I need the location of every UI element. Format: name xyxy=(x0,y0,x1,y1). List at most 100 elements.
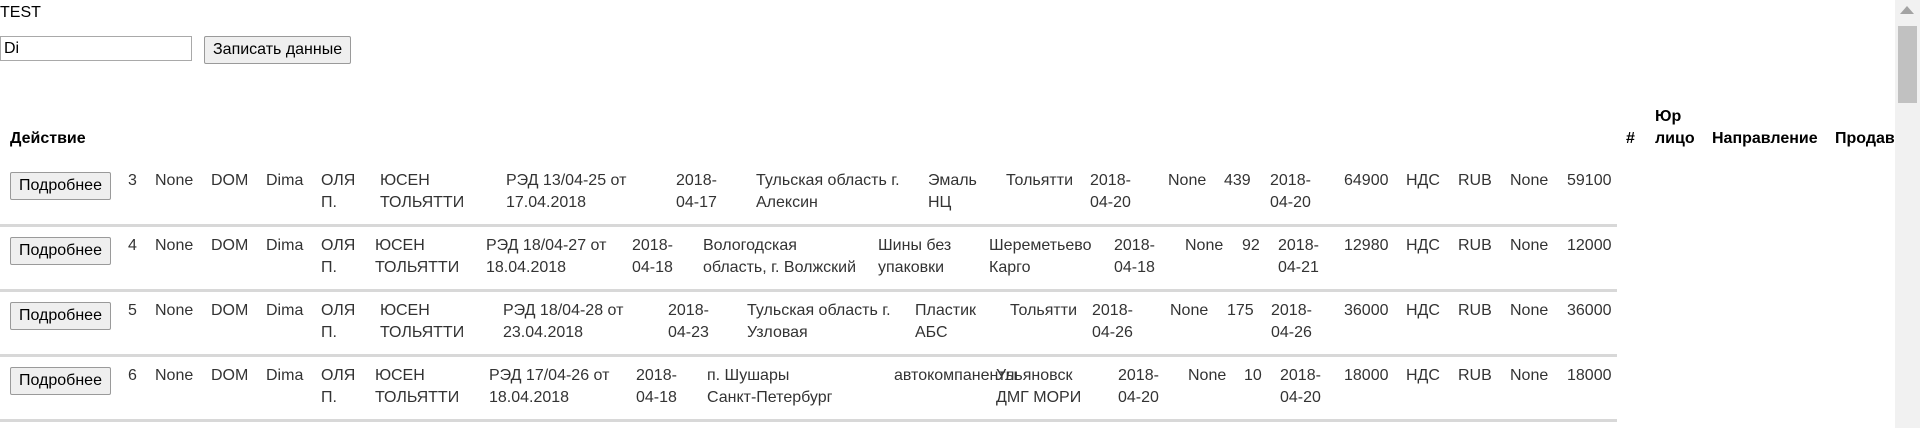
details-button[interactable]: Подробнее xyxy=(10,172,111,200)
cell-field1: None xyxy=(155,302,194,319)
cell-field1: None xyxy=(155,237,194,254)
cell-date1-line2: 04-17 xyxy=(676,194,717,211)
cell-goods-line2: НЦ xyxy=(928,194,952,211)
cell-goods: Пластик xyxy=(915,302,976,319)
cell-date1-line2: 04-23 xyxy=(668,324,709,341)
cell-id: 3 xyxy=(128,172,137,189)
header-direction: Направление xyxy=(1712,130,1818,147)
cell-manager-line2: П. xyxy=(321,389,337,406)
cell-client: ЮСЕН xyxy=(375,237,425,254)
table-row: Подробнее 5 None DOM Dima ОЛЯ П. ЮСЕН ТОЛЬЯТТИ РЭ… xyxy=(0,292,1617,357)
cell-manager-line2: П. xyxy=(321,324,337,341)
cell-vat: НДС xyxy=(1406,237,1440,254)
cell-currency: RUB xyxy=(1458,302,1492,319)
cell-client-line2: ТОЛЬЯТТИ xyxy=(375,259,460,276)
cell-id: 6 xyxy=(128,367,137,384)
cell-quantity: 10 xyxy=(1244,367,1262,384)
table-header-row: Действие # Юр лицо Направление Продавец xyxy=(0,100,1895,152)
data-input[interactable] xyxy=(0,36,192,61)
cell-field2: DOM xyxy=(211,237,249,254)
scrollbar-thumb[interactable] xyxy=(1898,26,1917,103)
cell-total: 59100 xyxy=(1567,172,1612,189)
cell-destination: Шереметьево xyxy=(989,237,1092,254)
cell-field-none: None xyxy=(1188,367,1227,384)
cell-client-line2: ТОЛЬЯТТИ xyxy=(380,194,465,211)
cell-currency: RUB xyxy=(1458,172,1492,189)
cell-field-none2: None xyxy=(1510,172,1549,189)
cell-date3: 2018- xyxy=(1278,237,1319,254)
cell-date3-line2: 04-20 xyxy=(1280,389,1321,406)
header-number: # xyxy=(1626,130,1635,147)
cell-quantity: 92 xyxy=(1242,237,1260,254)
cell-origin-line2: область, г. Волжский xyxy=(703,259,857,276)
cell-id: 5 xyxy=(128,302,137,319)
cell-date2-line2: 04-18 xyxy=(1114,259,1155,276)
cell-date3-line2: 04-20 xyxy=(1270,194,1311,211)
cell-date2-line2: 04-20 xyxy=(1090,194,1131,211)
cell-manager: ОЛЯ xyxy=(321,237,356,254)
cell-user: Dima xyxy=(266,237,304,254)
cell-destination: Тольятти xyxy=(1010,302,1077,319)
cell-destination: Ульяновск xyxy=(996,367,1073,384)
details-button[interactable]: Подробнее xyxy=(10,367,111,395)
cell-field-none2: None xyxy=(1510,367,1549,384)
cell-user: Dima xyxy=(266,302,304,319)
cell-currency: RUB xyxy=(1458,367,1492,384)
cell-quantity: 175 xyxy=(1227,302,1254,319)
cell-price: 64900 xyxy=(1344,172,1389,189)
cell-currency: RUB xyxy=(1458,237,1492,254)
cell-user: Dima xyxy=(266,172,304,189)
cell-price: 36000 xyxy=(1344,302,1389,319)
cell-request: РЭД 18/04-27 от xyxy=(486,237,607,254)
cell-origin: п. Шушары xyxy=(707,367,790,384)
header-legal-entity-line2: лицо xyxy=(1655,130,1695,147)
header-legal-entity-line1: Юр xyxy=(1655,108,1682,125)
cell-manager: ОЛЯ xyxy=(321,367,356,384)
cell-price: 18000 xyxy=(1344,367,1389,384)
cell-id: 4 xyxy=(128,237,137,254)
cell-date3: 2018- xyxy=(1271,302,1312,319)
details-button[interactable]: Подробнее xyxy=(10,302,111,330)
cell-request-line2: 18.04.2018 xyxy=(486,259,567,276)
cell-user: Dima xyxy=(266,367,304,384)
cell-client-line2: ТОЛЬЯТТИ xyxy=(380,324,465,341)
cell-goods: Шины без xyxy=(878,237,952,254)
header-seller: Продавец xyxy=(1835,130,1895,147)
cell-total: 12000 xyxy=(1567,237,1612,254)
cell-vat: НДС xyxy=(1406,172,1440,189)
details-button[interactable]: Подробнее xyxy=(10,237,111,265)
cell-date1-line2: 04-18 xyxy=(636,389,677,406)
cell-field-none: None xyxy=(1185,237,1224,254)
cell-field-none2: None xyxy=(1510,237,1549,254)
page-frame: TEST Записать данные Действие # Юр лицо … xyxy=(0,0,1895,428)
cell-quantity: 439 xyxy=(1224,172,1251,189)
cell-destination-line2: ДМГ МОРИ xyxy=(996,389,1082,406)
scroll-up-arrow-icon[interactable] xyxy=(1900,6,1914,14)
cell-origin-line2: Санкт-Петербург xyxy=(707,389,833,406)
cell-total: 36000 xyxy=(1567,302,1612,319)
cell-origin-line2: Алексин xyxy=(756,194,818,211)
cell-date2: 2018- xyxy=(1092,302,1133,319)
cell-origin: Тульская область г. xyxy=(756,172,900,189)
cell-date3: 2018- xyxy=(1270,172,1311,189)
cell-client: ЮСЕН xyxy=(375,367,425,384)
cell-date3: 2018- xyxy=(1280,367,1321,384)
cell-field-none: None xyxy=(1170,302,1209,319)
cell-total: 18000 xyxy=(1567,367,1612,384)
cell-origin: Тульская область г. xyxy=(747,302,891,319)
cell-goods: Эмаль xyxy=(928,172,977,189)
cell-field2: DOM xyxy=(211,302,249,319)
cell-date1: 2018- xyxy=(636,367,677,384)
cell-date3-line2: 04-26 xyxy=(1271,324,1312,341)
save-data-button[interactable]: Записать данные xyxy=(204,36,352,64)
cell-goods-line2: упаковки xyxy=(878,259,945,276)
cell-vat: НДС xyxy=(1406,367,1440,384)
table-row: Подробнее 4 None DOM Dima ОЛЯ П. ЮСЕН ТОЛЬЯТТИ РЭ… xyxy=(0,227,1617,292)
cell-client: ЮСЕН xyxy=(380,302,430,319)
cell-date3-line2: 04-21 xyxy=(1278,259,1319,276)
cell-manager: ОЛЯ xyxy=(321,302,356,319)
cell-field2: DOM xyxy=(211,172,249,189)
cell-destination: Тольятти xyxy=(1006,172,1073,189)
cell-date2-line2: 04-20 xyxy=(1118,389,1159,406)
cell-vat: НДС xyxy=(1406,302,1440,319)
